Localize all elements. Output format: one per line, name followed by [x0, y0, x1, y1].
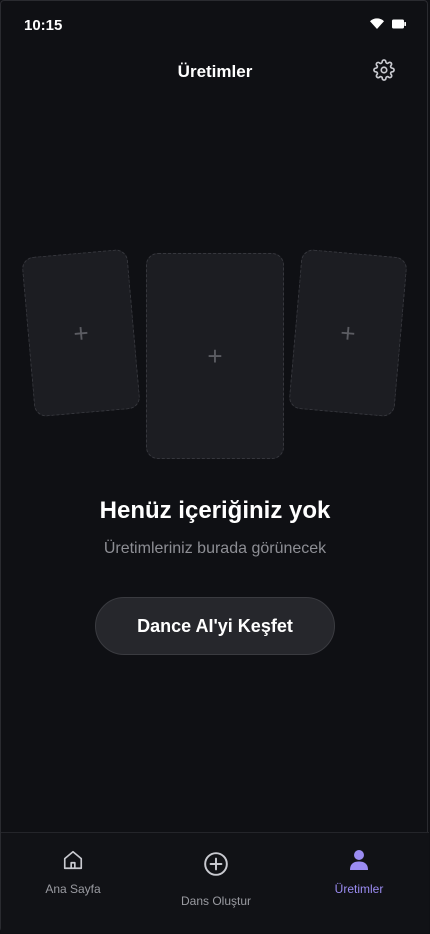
explore-dance-ai-button[interactable]: Dance AI'yi Keşfet — [95, 597, 335, 655]
page-title: Üretimler — [177, 62, 253, 81]
placeholder-card-center: + — [146, 253, 284, 459]
plus-circle-icon — [203, 851, 229, 882]
status-time: 10:15 — [24, 17, 63, 34]
placeholder-card-right: + — [288, 248, 408, 418]
status-icons — [370, 18, 406, 29]
home-icon — [62, 849, 84, 876]
empty-state-title: Henüz içeriğiniz yok — [99, 497, 331, 524]
empty-state-subtitle: Üretimleriniz burada görünecek — [103, 540, 327, 557]
header: Üretimler — [0, 50, 430, 94]
settings-button[interactable] — [372, 58, 396, 86]
placeholder-card-left: + — [21, 248, 141, 418]
plus-icon: + — [207, 341, 223, 371]
wifi-icon — [370, 18, 384, 29]
nav-item-create-dance[interactable]: Dans Oluştur — [166, 851, 266, 908]
nav-item-generations[interactable]: Üretimler — [317, 849, 401, 896]
gear-icon — [373, 58, 395, 86]
user-icon — [349, 849, 369, 876]
battery-icon — [392, 19, 406, 29]
plus-icon: + — [339, 317, 357, 349]
nav-item-label: Dans Oluştur — [180, 894, 252, 908]
nav-item-label: Üretimler — [334, 882, 384, 896]
status-bar: 10:15 — [0, 0, 430, 50]
nav-item-home[interactable]: Ana Sayfa — [31, 849, 115, 896]
bottom-nav: Ana Sayfa Dans Oluştur Üretimler — [1, 832, 429, 933]
device-frame — [0, 0, 428, 932]
plus-icon: + — [72, 317, 90, 349]
nav-item-label: Ana Sayfa — [45, 882, 101, 896]
